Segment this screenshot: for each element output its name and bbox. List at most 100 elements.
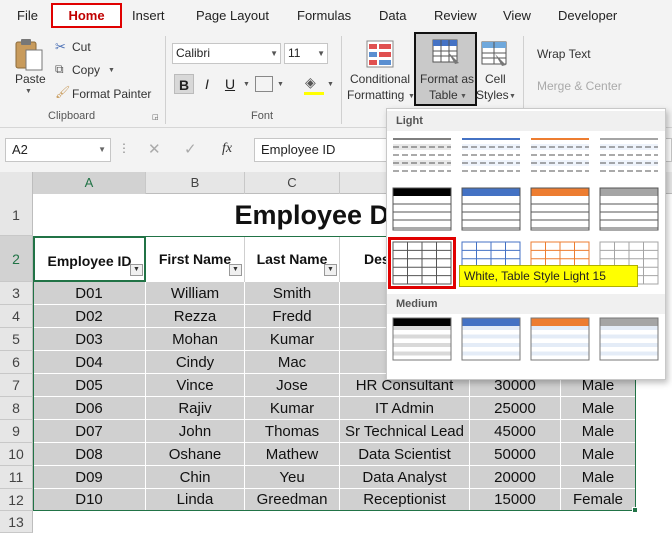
paste-label[interactable]: Paste [15,72,46,86]
table-cell[interactable]: D10 [33,489,146,511]
row-header-2[interactable]: 2 [0,236,33,282]
table-cell[interactable]: William [146,282,245,305]
table-cell[interactable]: Data Scientist [340,443,470,466]
filter-dropdown-icon[interactable]: ▼ [324,264,337,276]
table-style-swatch[interactable] [529,133,591,179]
row-header-7[interactable]: 7 [0,374,33,397]
table-style-swatch[interactable] [391,133,453,179]
table-cell[interactable]: Yeu [245,466,340,489]
table-cell[interactable]: Mathew [245,443,340,466]
table-cell[interactable]: D03 [33,328,146,351]
table-style-swatch[interactable] [460,186,522,232]
table-cell[interactable]: Rezza [146,305,245,328]
table-cell[interactable]: 25000 [470,397,561,420]
conditional-formatting-button[interactable]: Conditional [350,72,410,86]
copy-button[interactable]: Copy [72,63,100,77]
wrap-text-button[interactable]: Wrap Text [537,47,591,61]
tab-view[interactable]: View [503,8,531,23]
table-style-swatch[interactable] [391,316,453,362]
tab-insert[interactable]: Insert [132,8,165,23]
fill-handle[interactable] [632,507,638,513]
table-cell[interactable]: D05 [33,374,146,397]
tab-file[interactable]: File [17,8,38,23]
insert-function-button[interactable]: fx [222,141,232,157]
tab-page-layout[interactable]: Page Layout [196,8,269,23]
merge-center-button[interactable]: Merge & Center [537,79,622,93]
tab-developer[interactable]: Developer [558,8,617,23]
table-style-swatch[interactable] [598,133,660,179]
table-cell[interactable]: Chin [146,466,245,489]
select-all-corner[interactable] [0,172,33,194]
tab-data[interactable]: Data [379,8,406,23]
fill-color-icon[interactable]: ◈ [305,74,323,92]
row-header-1[interactable]: 1 [0,194,33,236]
table-cell[interactable]: John [146,420,245,443]
table-cell[interactable]: IT Admin [340,397,470,420]
row-header-3[interactable]: 3 [0,282,33,305]
table-cell[interactable]: Male [561,420,636,443]
cell-styles-button[interactable]: Cell [485,72,506,86]
row-header-13[interactable]: 13 [0,511,33,533]
underline-dropdown-icon[interactable]: ▼ [243,81,250,88]
table-cell[interactable]: Male [561,443,636,466]
table-cell[interactable]: Greedman [245,489,340,511]
cancel-icon[interactable]: ✕ [148,140,161,158]
table-cell[interactable]: Smith [245,282,340,305]
font-name-select[interactable]: Calibri ▼ [172,43,281,64]
table-cell[interactable]: D08 [33,443,146,466]
table-cell[interactable]: 50000 [470,443,561,466]
font-size-select[interactable]: 11 ▼ [284,43,328,64]
table-cell[interactable]: Jose [245,374,340,397]
conditional-formatting-icon[interactable] [366,40,394,68]
paste-button[interactable] [12,38,46,72]
table-cell[interactable]: 20000 [470,466,561,489]
table-cell[interactable]: Cindy [146,351,245,374]
table-cell[interactable]: Linda [146,489,245,511]
row-header-12[interactable]: 12 [0,489,33,511]
fill-color-dropdown-icon[interactable]: ▼ [327,81,334,88]
table-style-light-15-swatch[interactable] [388,237,456,289]
row-header-9[interactable]: 9 [0,420,33,443]
table-cell[interactable]: D04 [33,351,146,374]
row-header-8[interactable]: 8 [0,397,33,420]
table-style-swatch[interactable] [460,133,522,179]
table-cell[interactable]: D07 [33,420,146,443]
cell-styles-icon[interactable] [480,40,508,68]
enter-icon[interactable]: ✓ [184,140,197,158]
table-cell[interactable]: Data Analyst [340,466,470,489]
table-cell[interactable]: Vince [146,374,245,397]
table-cell[interactable]: Mac [245,351,340,374]
table-cell[interactable]: Kumar [245,328,340,351]
table-cell[interactable]: Receptionist [340,489,470,511]
table-cell[interactable]: D02 [33,305,146,328]
row-header-5[interactable]: 5 [0,328,33,351]
table-cell[interactable]: Male [561,466,636,489]
table-cell[interactable]: 15000 [470,489,561,511]
filter-dropdown-icon[interactable]: ▼ [229,264,242,276]
table-cell[interactable]: Female [561,489,636,511]
column-header-b[interactable]: B [146,172,245,194]
borders-icon[interactable] [255,76,273,92]
table-cell[interactable]: Fredd [245,305,340,328]
table-cell[interactable]: Rajiv [146,397,245,420]
row-header-4[interactable]: 4 [0,305,33,328]
table-cell[interactable]: Mohan [146,328,245,351]
table-cell[interactable]: D01 [33,282,146,305]
table-cell[interactable]: Male [561,397,636,420]
format-painter-button[interactable]: Format Painter [72,87,151,101]
table-style-swatch[interactable] [391,186,453,232]
row-header-11[interactable]: 11 [0,466,33,489]
table-cell[interactable]: 45000 [470,420,561,443]
table-cell[interactable]: D09 [33,466,146,489]
table-style-swatch[interactable] [529,316,591,362]
filter-dropdown-icon[interactable]: ▼ [130,264,143,276]
tab-home[interactable]: Home [51,3,122,28]
underline-button[interactable]: U [220,74,240,94]
paste-dropdown-icon[interactable]: ▼ [25,88,32,95]
tab-formulas[interactable]: Formulas [297,8,351,23]
italic-button[interactable]: I [197,74,217,94]
cell-styles-dropdown-icon[interactable]: ▼ [509,93,516,100]
cut-button[interactable]: Cut [72,40,91,54]
column-header-c[interactable]: C [245,172,340,194]
format-as-table-button[interactable]: Format as Table ▼ [414,32,477,106]
